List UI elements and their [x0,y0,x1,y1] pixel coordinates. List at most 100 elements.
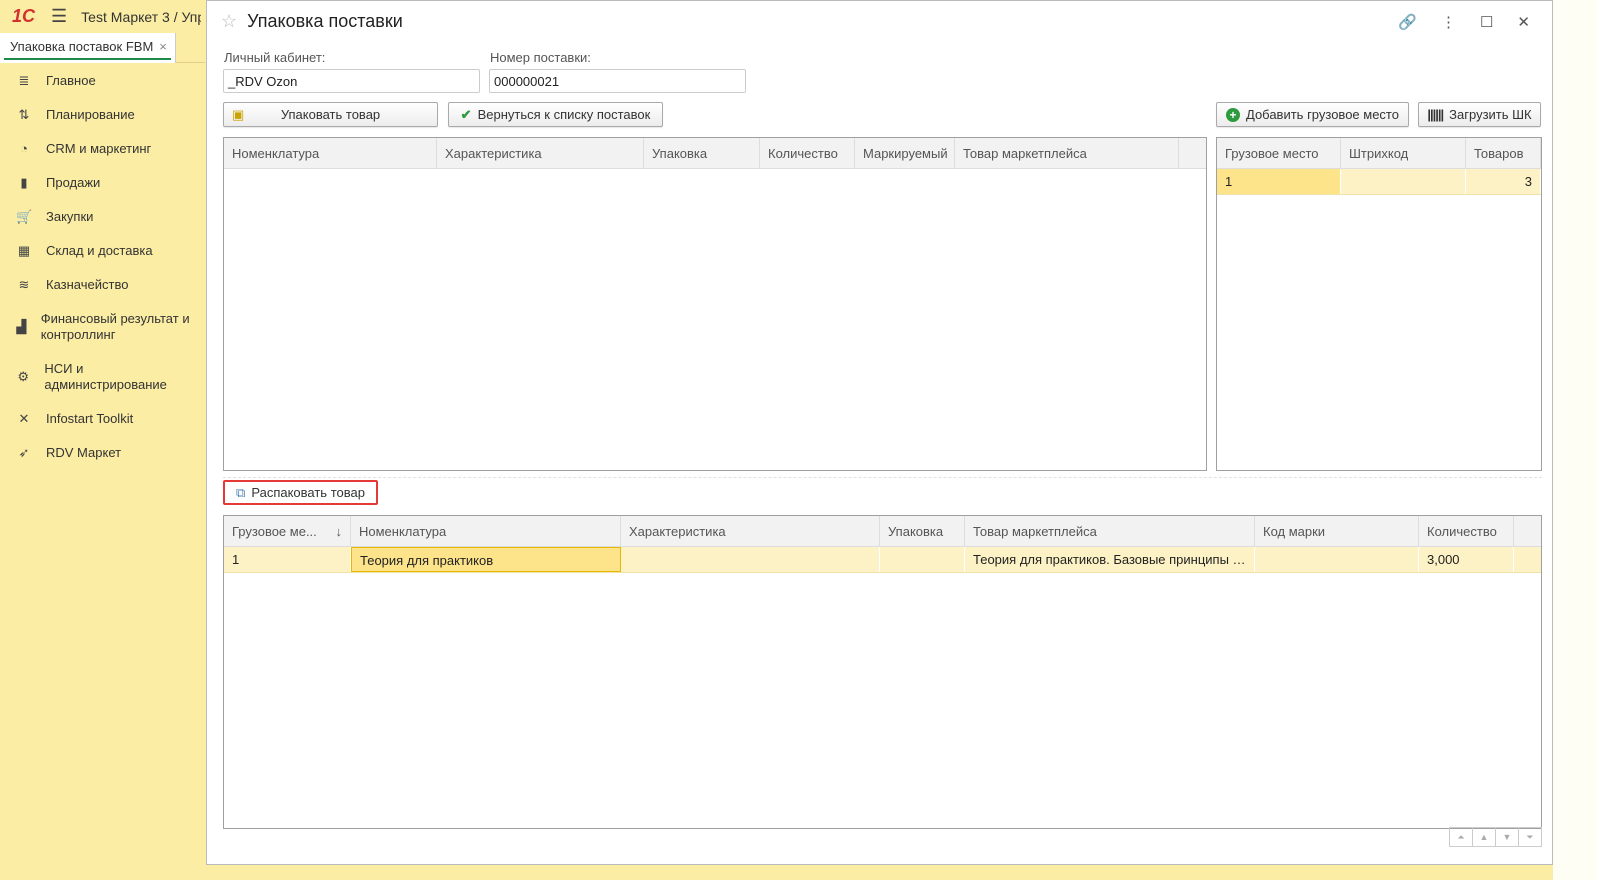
column-header[interactable]: Маркируемый [855,138,955,168]
sidebar-item-label: Финансовый результат и контроллинг [40,311,190,342]
bag-icon: ▮ [20,175,28,190]
close-icon[interactable]: ✕ [1517,13,1530,31]
sort-arrow-icon: ↓ [335,524,343,539]
column-header[interactable]: Характеристика [437,138,644,168]
sidebar-item-admin[interactable]: ⚙ НСИ и администрирование [0,352,205,402]
quantity-cell[interactable]: 3,000 [1419,547,1514,572]
close-icon[interactable]: × [159,39,167,54]
sidebar-item-main[interactable]: ≣ Главное [0,64,205,98]
column-header[interactable]: Упаковка [880,516,965,546]
package-cell[interactable] [880,547,965,572]
column-header[interactable]: Грузовое место [1217,138,1341,168]
packed-goods-table[interactable]: Грузовое ме... ↓ Номенклатура Характерист… [223,515,1542,829]
sidebar-item-crm[interactable]: ◔ CRM и маркетинг [0,132,205,166]
places-table[interactable]: Грузовое место Штрихкод Товаров 1 3 [1216,137,1542,471]
rocket-icon: ➶ [18,445,30,460]
form-title-bar: ☆ Упаковка поставки [221,11,403,32]
warehouse-icon: ▦ [17,243,31,258]
column-label: Грузовое ме... [232,524,317,539]
table-header: Грузовое место Штрихкод Товаров [1217,138,1541,169]
sidebar-item-finance[interactable]: ▟ Финансовый результат и контроллинг [0,302,205,352]
sidebar-item-sales[interactable]: ▮ Продажи [0,166,205,200]
gear-icon: ⚙ [17,369,30,384]
sidebar: ≣ Главное ⇅ Планирование ◔ CRM и маркетинг … [0,64,205,470]
sidebar-item-rdv-market[interactable]: ➶ RDV Маркет [0,436,205,470]
tab-label: Упаковка поставок FBM [10,39,154,54]
more-icon[interactable]: ⋮ [1441,13,1456,31]
column-header[interactable]: Товаров [1466,138,1541,168]
goods-table[interactable]: Номенклатура Характеристика Упаковка Кол… [223,137,1207,471]
place-cell[interactable]: 1 [224,547,351,572]
column-header[interactable]: Штрихкод [1341,138,1466,168]
tools-icon: ✕ [18,411,30,426]
column-header[interactable]: Товар маркетплейса [955,138,1179,168]
table-header: Грузовое ме... ↓ Номенклатура Характерист… [224,516,1541,547]
goods-count-cell[interactable]: 3 [1466,169,1541,194]
characteristic-cell[interactable] [621,547,880,572]
column-header[interactable]: Номенклатура [224,138,437,168]
page-title: Упаковка поставки [247,11,403,31]
unpack-icon: ⧉ [236,484,246,500]
1c-logo: 1С [12,6,36,26]
chart-icon: ▟ [16,319,27,334]
sidebar-item-label: RDV Маркет [46,445,122,460]
tab-packing-fbm[interactable]: Упаковка поставок FBM × [0,33,176,63]
form-window: ☆ Упаковка поставки 🔗 ⋮ ☐ ✕ Личный кабине… [206,0,1553,865]
box-icon: ▣ [232,106,245,122]
app-topbar: 1С ☰ Test Маркет 3 / Упра [0,0,210,33]
check-icon: ✔ [460,106,472,122]
add-place-button[interactable]: + Добавить грузовое место [1216,102,1409,127]
sidebar-item-purchases[interactable]: 🛒 Закупки [0,200,205,234]
pack-goods-button[interactable]: ▣ Упаковать товар [223,102,438,127]
column-header[interactable]: Код марки [1255,516,1419,546]
nomenclature-cell[interactable]: Теория для практиков [351,547,621,572]
maximize-icon[interactable]: ☐ [1480,13,1493,31]
back-to-list-button[interactable]: ✔ Вернуться к списку поставок [448,102,663,127]
place-cell[interactable]: 1 [1217,169,1341,194]
link-icon[interactable]: 🔗 [1398,13,1417,31]
list-icon: ≣ [18,73,30,88]
column-header[interactable]: Товар маркетплейса [965,516,1255,546]
menu-icon[interactable]: ☰ [51,6,67,27]
scroll-last-icon[interactable]: ⏷ [1518,827,1542,847]
column-header[interactable]: Номенклатура [351,516,621,546]
column-header[interactable]: Характеристика [621,516,880,546]
table-row[interactable]: 1 Теория для практиков Теория для практи… [224,547,1541,573]
barcode-cell[interactable] [1341,169,1466,194]
number-field[interactable]: 000000021 [489,69,746,93]
column-header[interactable]: Количество [760,138,855,168]
plus-circle-icon: + [1226,107,1240,122]
coins-icon: ≋ [18,277,30,292]
sidebar-item-label: Склад и доставка [46,243,153,258]
marketplace-product-cell[interactable]: Теория для практиков. Базовые принципы б… [965,547,1255,572]
unpack-goods-button[interactable]: ⧉ Распаковать товар [223,480,378,505]
scroll-down-icon[interactable]: ▼ [1495,827,1519,847]
table-row[interactable]: 1 3 [1217,169,1541,195]
barcode-icon: |||||| [1427,107,1444,122]
scroll-up-icon[interactable]: ▲ [1472,827,1496,847]
sidebar-item-label: Закупки [46,209,94,224]
sidebar-item-label: Infostart Toolkit [46,411,134,426]
column-header[interactable]: Грузовое ме... ↓ [224,516,351,546]
sidebar-item-label: НСИ и администрирование [44,361,167,392]
tab-bar: Упаковка поставок FBM × [0,33,205,63]
sidebar-item-label: Продажи [46,175,101,190]
pie-icon: ◔ [20,141,28,156]
app-title: Test Маркет 3 / Упра [81,8,202,25]
sidebar-item-warehouse[interactable]: ▦ Склад и доставка [0,234,205,268]
sidebar-item-treasury[interactable]: ≋ Казначейство [0,268,205,302]
mark-code-cell[interactable] [1255,547,1419,572]
sidebar-item-label: Планирование [46,107,135,122]
sidebar-item-infostart[interactable]: ✕ Infostart Toolkit [0,402,205,436]
account-field[interactable]: _RDV Ozon [223,69,480,93]
scroll-first-icon[interactable]: ⏶ [1449,827,1473,847]
load-barcode-button[interactable]: |||||| Загрузить ШК [1418,102,1541,127]
column-header[interactable]: Упаковка [644,138,760,168]
button-label: Добавить грузовое место [1246,107,1399,122]
button-label: Вернуться к списку поставок [477,107,651,122]
column-header[interactable]: Количество [1419,516,1514,546]
button-label: Загрузить ШК [1449,107,1532,122]
star-icon[interactable]: ☆ [221,11,237,32]
account-label: Личный кабинет: [224,50,326,65]
sidebar-item-planning[interactable]: ⇅ Планирование [0,98,205,132]
